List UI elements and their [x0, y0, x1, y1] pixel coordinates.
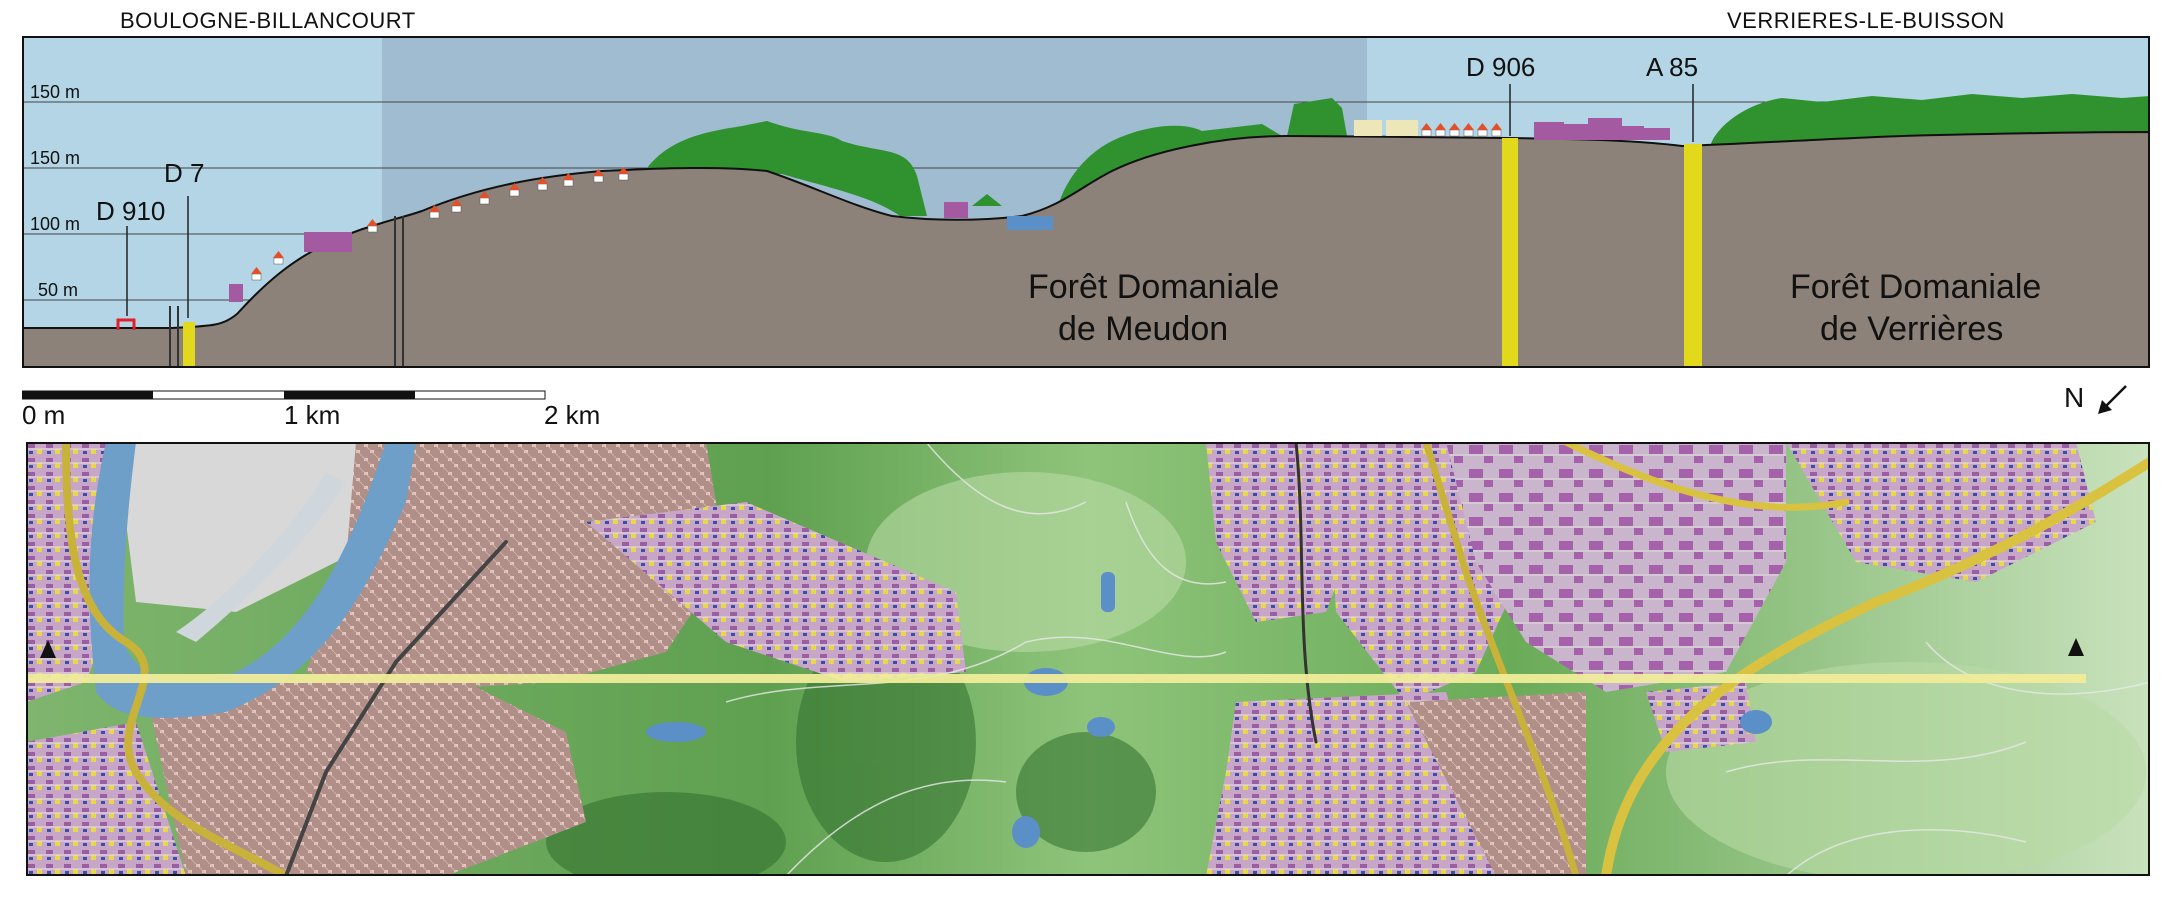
- forest-label-verrieres-line2: de Verrières: [1820, 310, 2003, 348]
- forest-label-meudon-line1: Forêt Domaniale: [1028, 268, 1279, 306]
- scale-label-1km: 1 km: [284, 400, 341, 430]
- elevation-label: 50 m: [38, 280, 78, 300]
- light-buildings-profile: [1354, 120, 1418, 136]
- elevation-label: 100 m: [30, 214, 80, 234]
- place-name-right: VERRIERES-LE-BUISSON: [1727, 8, 2005, 33]
- road-label-d906: D 906: [1466, 52, 1535, 82]
- elevation-profile: 150 m 150 m 100 m 50 m D 910 D 7 D 906 A…: [22, 36, 2150, 368]
- scale-label-2km: 2 km: [544, 400, 601, 430]
- road-label-a85: A 85: [1646, 52, 1698, 82]
- pond-profile: [1007, 216, 1053, 230]
- road-label-d910: D 910: [96, 196, 165, 226]
- scale-label-0: 0 m: [22, 400, 66, 430]
- place-name-left: BOULOGNE-BILLANCOURT: [120, 8, 416, 33]
- map-view: [26, 442, 2150, 876]
- forest-label-meudon-line2: de Meudon: [1058, 310, 1228, 348]
- elevation-label: 150 m: [30, 148, 80, 168]
- forest-label-verrieres-line1: Forêt Domaniale: [1790, 268, 2041, 306]
- arrow-southwest-icon: [2098, 385, 2127, 414]
- elevation-label: 150 m: [30, 82, 80, 102]
- north-label: N: [2064, 382, 2085, 413]
- road-label-d7: D 7: [164, 158, 204, 188]
- transect-line: [26, 674, 2086, 683]
